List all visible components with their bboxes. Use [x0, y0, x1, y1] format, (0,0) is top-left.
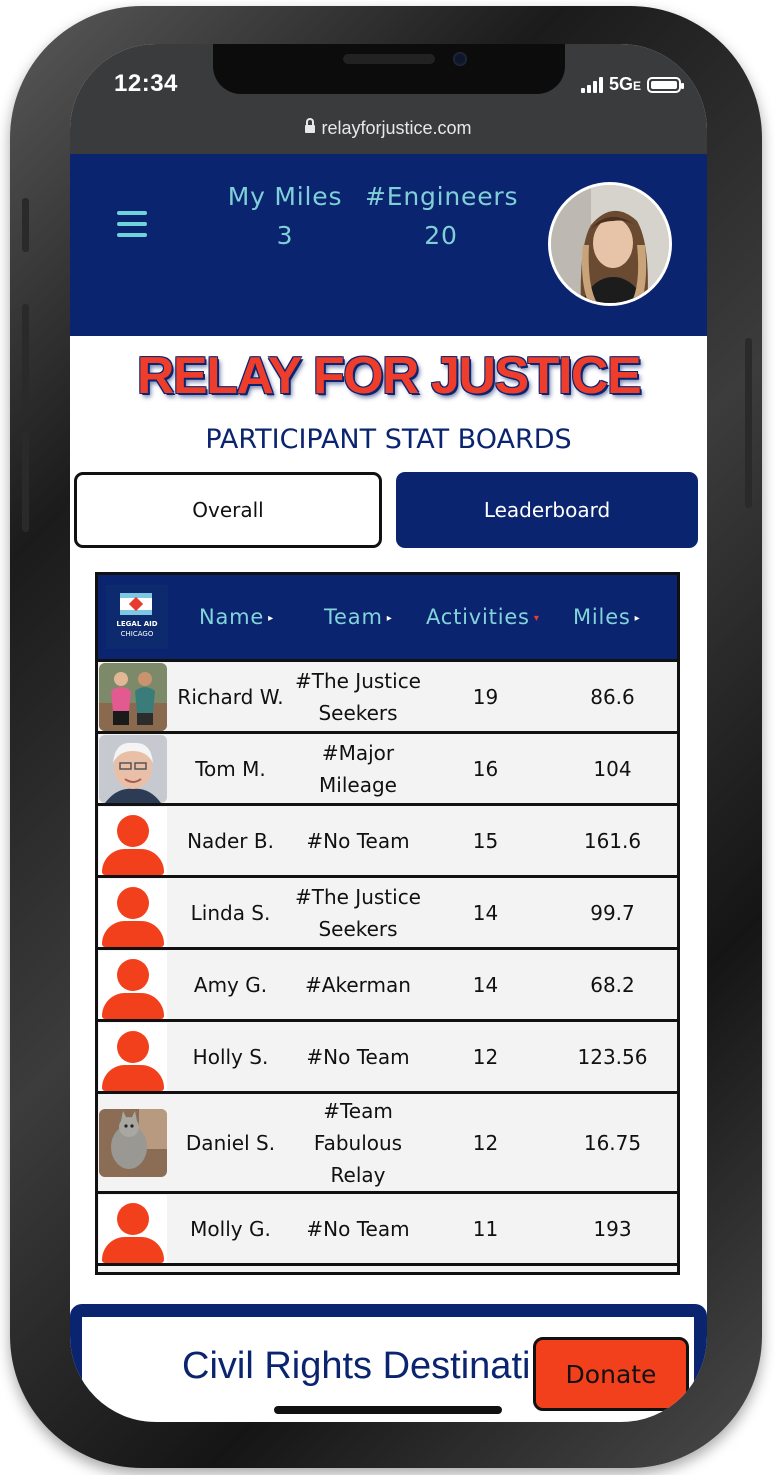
- participant-team: #Major Mileage: [319, 740, 397, 797]
- my-miles-value: 3: [276, 221, 294, 250]
- participant-team: #The Justice Seekers: [294, 668, 421, 725]
- table-row[interactable]: Linda S. #The Justice Seekers 14 99.7: [98, 875, 677, 947]
- table-row[interactable]: Tom M. #Major Mileage 16 104: [98, 731, 677, 803]
- participant-team: #No Team: [306, 1216, 410, 1241]
- table-row[interactable]: Molly G. #No Team 11 193: [98, 1191, 677, 1263]
- address-bar[interactable]: relayforjustice.com: [70, 118, 707, 139]
- page-subtitle: PARTICIPANT STAT BOARDS: [205, 424, 572, 455]
- table-row-partial: [98, 1263, 677, 1272]
- participant-team: #Team Fabulous Relay: [313, 1098, 403, 1187]
- table-row[interactable]: Holly S. #No Team 12 123.56: [98, 1019, 677, 1091]
- participant-team: #Akerman: [305, 972, 411, 997]
- participant-name: Linda S.: [190, 900, 271, 925]
- table-row[interactable]: Nader B. #No Team 15 161.6: [98, 803, 677, 875]
- page-title: RELAY FOR JUSTICE: [136, 347, 642, 405]
- tab-overall[interactable]: Overall: [74, 472, 382, 548]
- home-indicator[interactable]: [274, 1406, 502, 1414]
- team-value: 20: [424, 221, 458, 250]
- participant-activities: 11: [472, 1216, 499, 1241]
- sort-arrow-icon: ▸: [268, 612, 274, 624]
- sort-arrow-icon: ▾: [533, 612, 540, 624]
- participant-name: Holly S.: [192, 1044, 269, 1069]
- legal-aid-logo: LEGAL AID CHICAGO: [106, 585, 168, 649]
- photo-couple-icon: [99, 662, 167, 731]
- participant-activities: 19: [472, 684, 499, 709]
- participant-name: Richard W.: [177, 684, 284, 709]
- participant-activities: 12: [472, 1044, 499, 1069]
- column-header-activities[interactable]: Activities ▾: [426, 605, 540, 629]
- my-miles-stat: My Miles 3: [225, 182, 345, 250]
- team-stat: #Engineers 20: [365, 182, 519, 250]
- speaker-grille: [343, 54, 435, 64]
- status-icons: 5GE: [580, 74, 684, 95]
- mute-switch: [22, 198, 29, 252]
- table-row[interactable]: Amy G. #Akerman 14 68.2: [98, 947, 677, 1019]
- phone-screen: 12:34 5GE relayforjustice.com My Miles 3…: [70, 44, 707, 1422]
- team-label: #Engineers: [365, 182, 519, 211]
- person-placeholder-icon: [99, 950, 167, 1019]
- participant-team: #No Team: [306, 828, 410, 853]
- signal-icon: [580, 76, 603, 93]
- person-placeholder-icon: [99, 806, 167, 875]
- participant-activities: 14: [472, 972, 499, 997]
- photo-man-icon: [99, 734, 167, 803]
- participant-miles: 86.6: [590, 684, 635, 709]
- participant-miles: 161.6: [583, 828, 642, 853]
- participant-miles: 16.75: [583, 1130, 642, 1155]
- participant-miles: 193: [593, 1216, 632, 1241]
- leaderboard-table: LEGAL AID CHICAGO Name ▸ Team ▸ Activities…: [95, 572, 680, 1275]
- participant-name: Daniel S.: [185, 1130, 276, 1155]
- column-header-name[interactable]: Name ▸: [199, 605, 274, 629]
- participant-name: Molly G.: [190, 1216, 271, 1241]
- section-title: Civil Rights Destinati: [182, 1345, 531, 1387]
- sort-arrow-icon: ▸: [634, 612, 641, 624]
- url-text: relayforjustice.com: [321, 118, 472, 138]
- logo-text-line2: CHICAGO: [120, 630, 154, 638]
- power-button: [745, 338, 752, 508]
- participant-miles: 68.2: [590, 972, 635, 997]
- participant-activities: 12: [472, 1130, 499, 1155]
- participant-miles: 123.56: [577, 1044, 648, 1069]
- table-header: LEGAL AID CHICAGO Name ▸ Team ▸ Activities…: [98, 575, 677, 659]
- participant-name: Amy G.: [193, 972, 268, 997]
- notch: [213, 44, 565, 94]
- tab-leaderboard[interactable]: Leaderboard: [396, 472, 698, 548]
- participant-name: Tom M.: [195, 756, 266, 781]
- sort-arrow-icon: ▸: [386, 612, 393, 624]
- person-placeholder-icon: [99, 1022, 167, 1091]
- menu-icon[interactable]: [117, 211, 147, 237]
- participant-miles: 99.7: [590, 900, 635, 925]
- participant-team: #No Team: [306, 1044, 410, 1069]
- column-header-team[interactable]: Team ▸: [324, 605, 393, 629]
- table-row[interactable]: Daniel S. #Team Fabulous Relay 12 16.75: [98, 1091, 677, 1191]
- column-header-miles[interactable]: Miles ▸: [573, 605, 640, 629]
- participant-team: #The Justice Seekers: [294, 884, 421, 941]
- status-time: 12:34: [114, 70, 178, 97]
- participant-activities: 14: [472, 900, 499, 925]
- lock-icon: [305, 118, 316, 133]
- participant-activities: 16: [472, 756, 499, 781]
- chicago-flag-icon: [120, 593, 152, 615]
- participant-miles: 104: [593, 756, 632, 781]
- logo-text-line1: LEGAL AID: [116, 620, 158, 628]
- profile-avatar[interactable]: [548, 182, 672, 306]
- app-header: My Miles 3 #Engineers 20: [70, 154, 707, 336]
- battery-icon: [647, 76, 684, 93]
- my-miles-label: My Miles: [227, 182, 343, 211]
- person-placeholder-icon: [99, 1194, 167, 1263]
- volume-up-button: [22, 304, 29, 404]
- donate-button[interactable]: Donate: [533, 1337, 689, 1411]
- participant-name: Nader B.: [187, 828, 274, 853]
- network-indicator: 5GE: [608, 74, 641, 94]
- person-placeholder-icon: [99, 878, 167, 947]
- status-bar: 12:34 5GE relayforjustice.com: [70, 44, 707, 154]
- participant-activities: 15: [472, 828, 499, 853]
- volume-down-button: [22, 432, 29, 532]
- front-camera: [453, 52, 467, 66]
- table-row[interactable]: Richard W. #The Justice Seekers 19 86.6: [98, 659, 677, 731]
- photo-cat-icon: [99, 1108, 167, 1177]
